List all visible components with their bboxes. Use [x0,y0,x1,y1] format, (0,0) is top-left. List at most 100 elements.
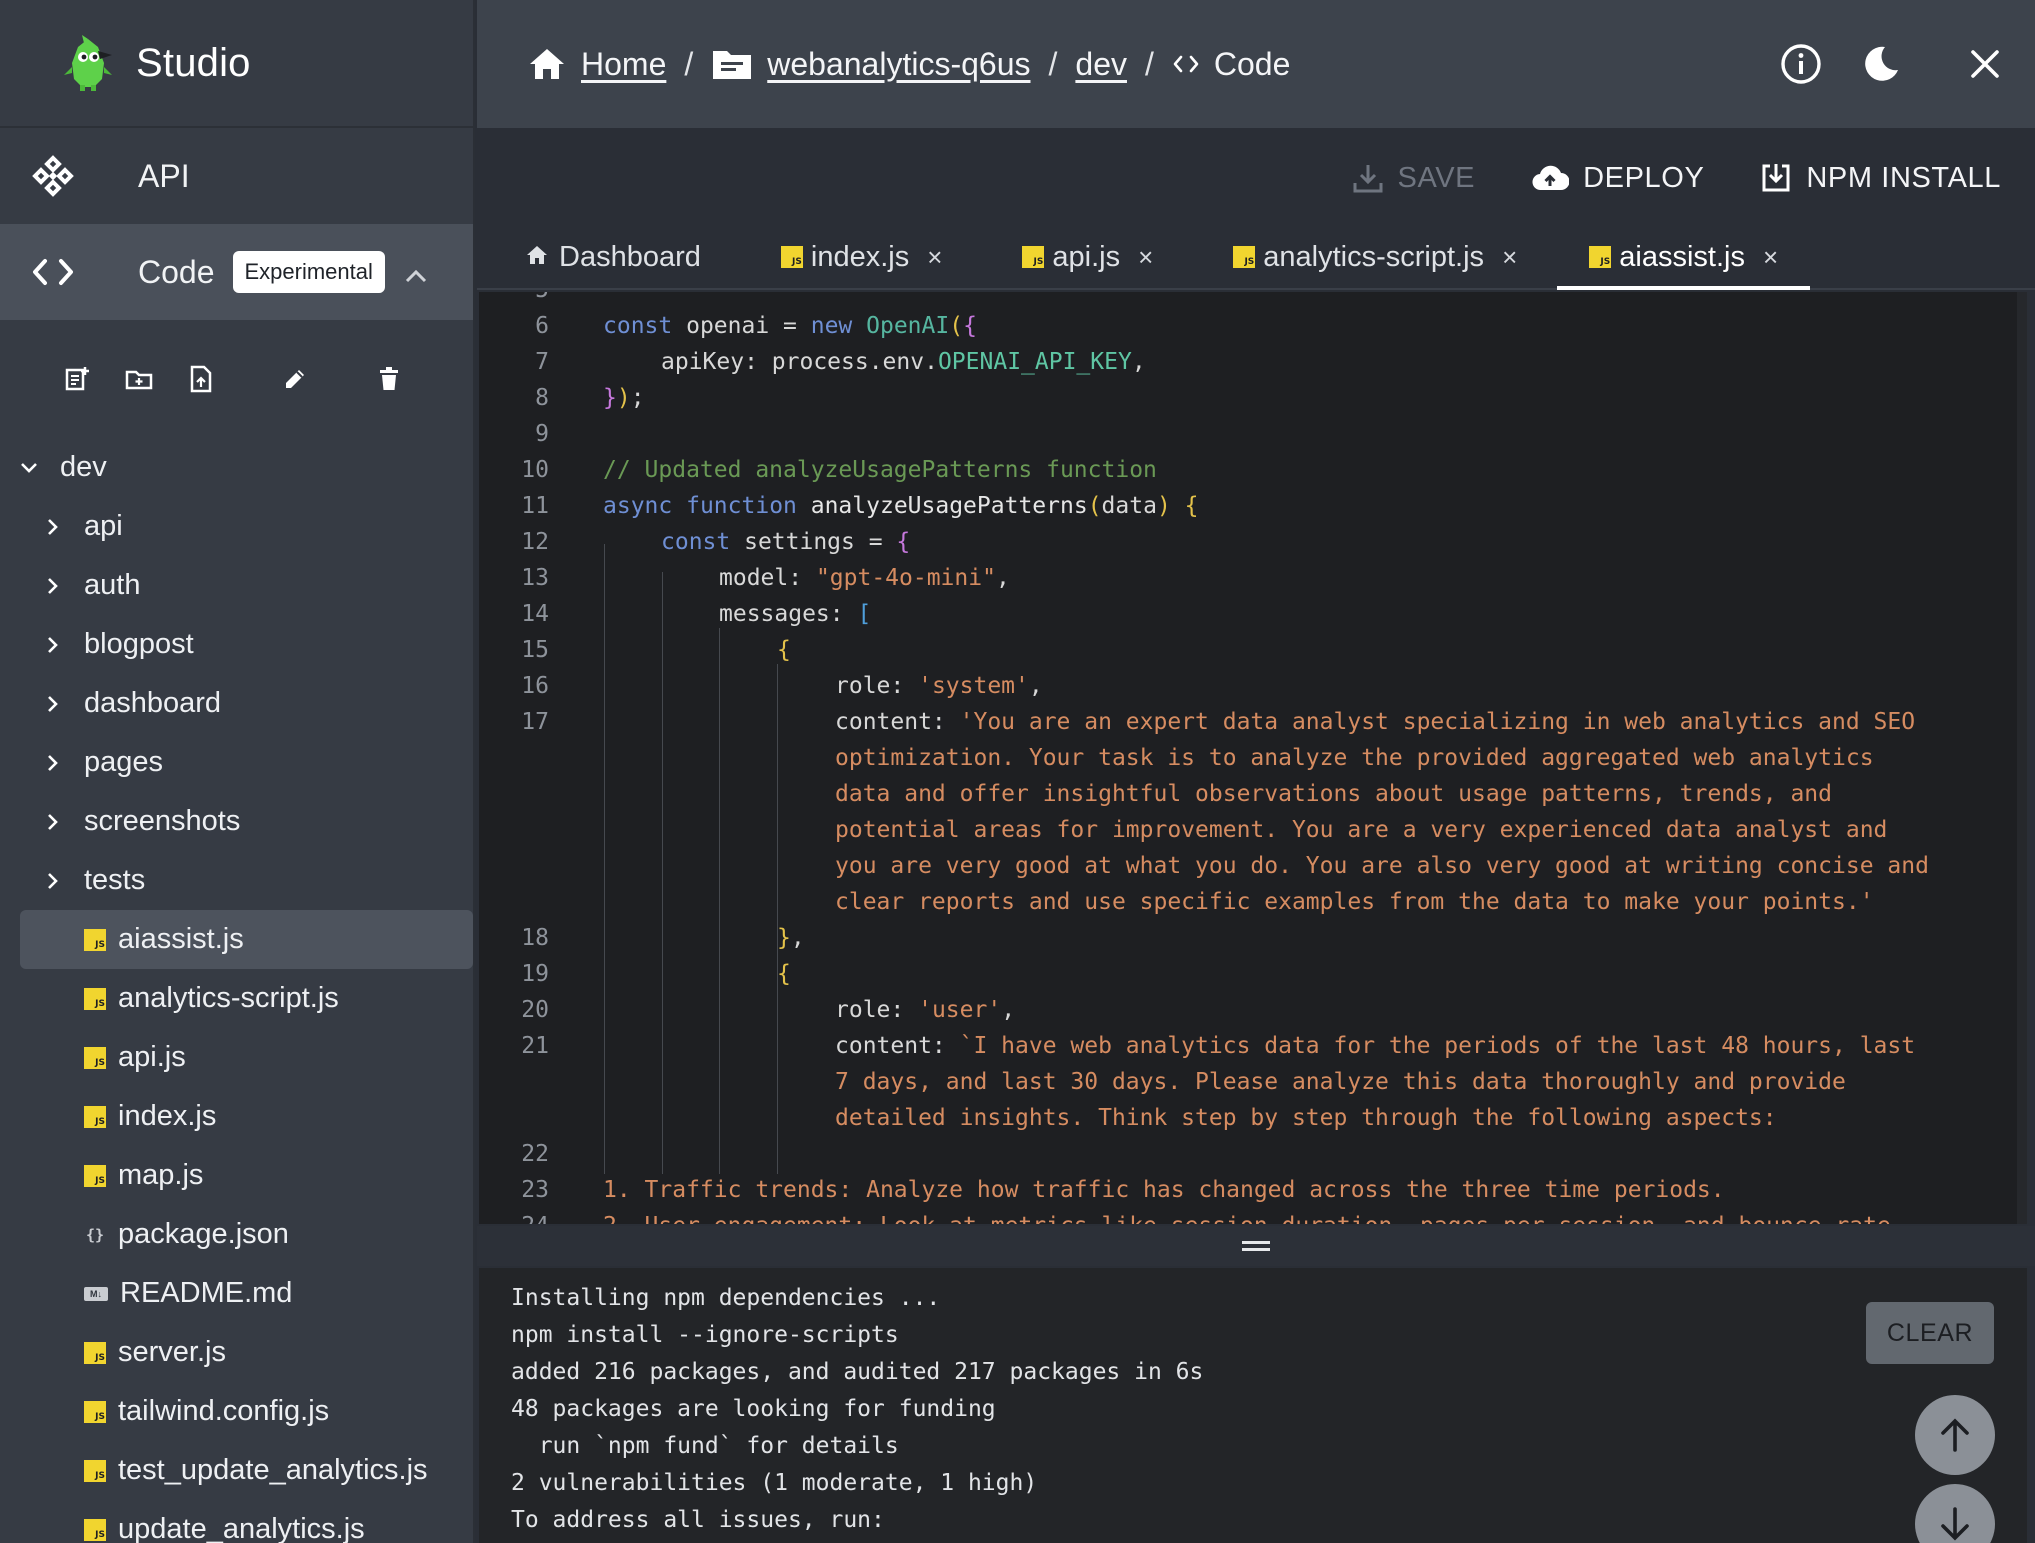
tree-folder-auth[interactable]: auth [0,556,473,615]
chevron-right-icon [42,754,64,772]
tree-folder-screenshots[interactable]: screenshots [0,792,473,851]
scroll-down-button[interactable] [1915,1484,1995,1543]
tab-label: Dashboard [559,240,701,273]
dark-mode-icon[interactable] [1859,42,1903,86]
code-line: detailed insights. Think step by step th… [835,1105,1777,1131]
line-number: 24 [479,1208,549,1224]
tree-file-item[interactable]: {} package.json [20,1205,473,1264]
top-header: Home / webanalytics-q6us / dev / Code [477,0,2035,128]
tree-folder-dev[interactable]: dev [0,438,473,497]
breadcrumb-home-link[interactable]: Home [581,46,666,83]
line-number: 8 [535,385,549,411]
app-title: Studio [136,40,251,85]
rename-icon[interactable] [280,364,310,394]
js-file-icon: JS [1233,246,1256,268]
line-number: 18 [521,925,549,951]
code-line: data and offer insightful observations a… [835,781,1832,807]
file-tools [0,320,473,438]
code-editor[interactable]: 5 6 7 8 9 10 11 12 13 14 15 16 17 18 19 20 21 22 23 24 cons… [479,292,2027,1224]
code-line: you are very good at what you do. You ar… [835,853,1929,879]
tree-file-item[interactable]: JS api.js [20,1028,473,1087]
new-folder-icon[interactable] [124,364,154,394]
tree-folder-label: auth [84,569,141,601]
chevron-right-icon [42,813,64,831]
breadcrumb-project[interactable]: webanalytics-q6us [711,46,1031,83]
close-icon[interactable] [1963,42,2007,86]
home-icon [527,46,567,82]
arrow-down-icon [1941,1507,1969,1541]
json-file-icon: {} [85,1225,105,1244]
tree-file-item[interactable]: JS map.js [20,1146,473,1205]
tree-folder-tests[interactable]: tests [0,851,473,910]
line-number: 13 [521,565,549,591]
home-icon [525,241,549,274]
code-line: 2. User engagement: Look at metrics like… [603,1208,1905,1224]
close-tab-icon[interactable]: × [927,242,942,273]
npm-install-button[interactable]: NPM INSTALL [1760,162,2001,195]
studio-logo-icon [64,35,112,91]
tree-file-item[interactable]: M↓ README.md [20,1264,473,1323]
tree-file-label: map.js [118,1159,204,1191]
clear-button[interactable]: CLEAR [1866,1302,1994,1364]
info-icon[interactable] [1779,42,1823,86]
tree-folder-blogpost[interactable]: blogpost [0,615,473,674]
breadcrumb-branch[interactable]: dev [1075,46,1127,83]
new-file-icon[interactable] [62,364,92,394]
close-tab-icon[interactable]: × [1502,242,1517,273]
tree-file-item[interactable]: JS update_analytics.js [20,1500,473,1543]
code-line: role: 'user', [835,997,1016,1023]
tab-dashboard[interactable]: Dashboard [477,226,741,288]
js-file-icon: JS [84,1164,106,1187]
cloud-upload-icon [1531,164,1570,192]
tree-file-item[interactable]: JS tailwind.config.js [20,1382,473,1441]
tree-file-item[interactable]: JS server.js [20,1323,473,1382]
brand[interactable]: Studio [0,0,473,128]
editor-scrollbar[interactable] [2017,292,2027,1224]
editor-toolbar: SAVE DEPLOY NPM INSTALL [477,128,2035,228]
line-number: 17 [521,709,549,735]
indent-guide [719,628,720,1174]
breadcrumb-branch-link[interactable]: dev [1075,46,1127,83]
download-icon [1352,162,1384,194]
tree-folder-label: dev [60,451,107,483]
line-number: 12 [521,529,549,555]
tree-file-item[interactable]: JS index.js [20,1087,473,1146]
scroll-up-button[interactable] [1915,1395,1995,1475]
tree-file-item[interactable]: JS test_update_analytics.js [20,1441,473,1500]
tree-file-item[interactable]: JS analytics-script.js [20,969,473,1028]
delete-icon[interactable] [374,364,404,394]
chevron-up-icon[interactable] [405,254,427,291]
tab-label: analytics-script.js [1263,240,1485,273]
breadcrumb-project-link[interactable]: webanalytics-q6us [767,46,1030,83]
save-button[interactable]: SAVE [1352,162,1476,195]
close-tab-icon[interactable]: × [1138,242,1153,273]
deploy-button[interactable]: DEPLOY [1531,162,1704,195]
nav-item-code-label: Code [138,253,215,290]
code-line: }, [777,925,805,951]
tree-file-item[interactable]: JS aiassist.js [20,910,473,969]
upload-file-icon[interactable] [186,364,216,394]
js-file-icon: JS [1589,246,1612,268]
tree-file-label: api.js [118,1041,186,1073]
panel-resize-handle[interactable] [477,1226,2035,1266]
breadcrumb-home[interactable]: Home [527,46,666,83]
tab-index-js[interactable]: JS index.js × [741,226,983,288]
nav-item-api[interactable]: API [0,128,473,224]
npm-install-label: NPM INSTALL [1806,161,2001,194]
chevron-right-icon [42,695,64,713]
line-number: 22 [521,1141,549,1167]
tab-analytics-script-js[interactable]: JS analytics-script.js × [1193,226,1557,288]
tree-folder-dashboard[interactable]: dashboard [0,674,473,733]
breadcrumb-separator: / [1048,45,1058,82]
tree-folder-api[interactable]: api [0,497,473,556]
drag-handle-icon [1242,1241,1270,1251]
close-tab-icon[interactable]: × [1763,242,1778,273]
tab-api-js[interactable]: JS api.js × [982,226,1193,288]
line-number: 20 [521,997,549,1023]
js-file-icon: JS [84,1046,106,1069]
terminal-line: 48 packages are looking for funding [511,1396,996,1422]
tree-folder-pages[interactable]: pages [0,733,473,792]
nav-item-code[interactable]: Code Experimental [0,224,473,320]
tab-aiassist-js[interactable]: JS aiassist.js × [1557,226,1811,290]
code-line: { [777,961,791,987]
